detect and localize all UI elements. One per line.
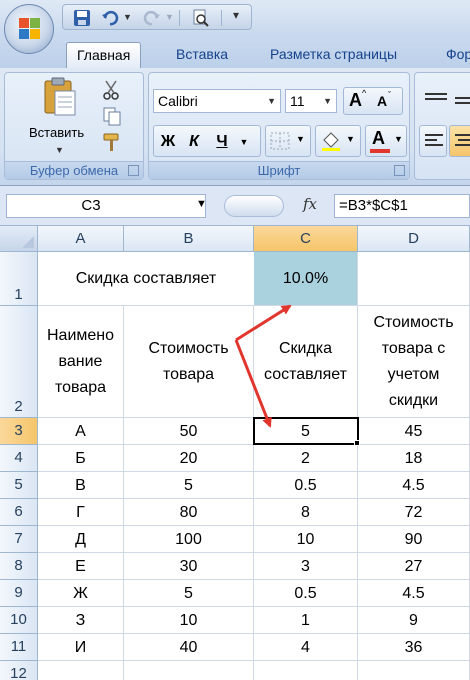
redo-icon[interactable]: [143, 9, 161, 27]
office-logo-icon: [19, 18, 41, 40]
ribbon: Вставить ▼ Буфер обмена Calibri ▼ 11 ▼ A…: [0, 68, 470, 186]
underline-button[interactable]: Ч: [211, 129, 233, 155]
cut-icon[interactable]: [101, 79, 123, 101]
undo-dropdown-icon[interactable]: ▼: [123, 12, 132, 22]
chevron-down-icon: ▼: [394, 134, 403, 144]
paste-icon[interactable]: [43, 77, 77, 117]
print-preview-icon[interactable]: [191, 9, 209, 27]
align-middle-icon[interactable]: [453, 91, 470, 109]
fill-bucket-icon: [322, 132, 340, 151]
shrink-font-button[interactable]: A: [377, 93, 387, 109]
name-box-dropdown-icon[interactable]: ▼: [196, 198, 207, 210]
font-dialog-launcher[interactable]: [394, 165, 405, 176]
italic-button[interactable]: К: [183, 129, 205, 155]
redo-dropdown-icon: ▼: [165, 12, 174, 22]
font-group-label: Шрифт: [149, 161, 409, 179]
formula-bar: C3 ▼ fx =B3*$C$1: [0, 186, 470, 226]
quick-access-toolbar: ▼ ▼ ▾: [62, 4, 252, 30]
font-resize-buttons: A ^ A ˇ: [343, 87, 403, 115]
clipboard-dialog-launcher[interactable]: [128, 165, 139, 176]
tab-insert[interactable]: Вставка: [166, 42, 238, 68]
arrow-to-c1: [235, 304, 292, 342]
separator: [221, 10, 222, 26]
grow-font-icon: ^: [362, 88, 367, 98]
alignment-group: [414, 72, 470, 180]
formula-bar-resize-handle[interactable]: [224, 195, 284, 217]
tab-home[interactable]: Главная: [66, 42, 142, 68]
align-left-icon: [425, 134, 443, 146]
arrow-to-c3: [234, 339, 272, 428]
bold-button[interactable]: Ж: [157, 129, 179, 155]
font-color-icon: A: [372, 128, 385, 148]
font-size-select[interactable]: 11 ▼: [285, 89, 337, 113]
font-color-swatch: [370, 149, 390, 153]
clipboard-group-label: Буфер обмена: [5, 161, 143, 179]
grow-font-button[interactable]: A: [349, 90, 362, 111]
underline-dropdown-icon[interactable]: ▼: [237, 129, 251, 155]
office-button[interactable]: [4, 4, 54, 54]
name-box[interactable]: C3: [6, 194, 206, 218]
copy-icon[interactable]: [101, 105, 123, 127]
chevron-down-icon: ▼: [323, 96, 332, 106]
chevron-down-icon: ▼: [346, 134, 355, 144]
ribbon-tabs: Главная Вставка Разметка страницы Фор: [0, 38, 470, 68]
chevron-down-icon: ▼: [296, 134, 305, 144]
font-group: Calibri ▼ 11 ▼ A ^ A ˇ Ж К Ч ▼ ▼ ▼ A ▼ Ш…: [148, 72, 410, 180]
font-size-value: 11: [290, 93, 305, 109]
annotation-arrows: [234, 304, 292, 428]
borders-button[interactable]: ▼: [265, 125, 311, 157]
borders-icon: [270, 132, 290, 150]
tab-page-layout[interactable]: Разметка страницы: [260, 42, 407, 68]
font-name-value: Calibri: [158, 93, 198, 109]
customize-qat-icon[interactable]: ▾: [233, 8, 239, 22]
font-color-button[interactable]: A ▼: [365, 125, 407, 157]
separator: [179, 10, 180, 26]
align-top-icon[interactable]: [423, 91, 449, 109]
title-bar: ▼ ▼ ▾: [0, 0, 470, 38]
insert-function-icon[interactable]: fx: [303, 195, 317, 213]
align-left-button[interactable]: [419, 125, 447, 157]
align-center-icon: [455, 134, 470, 146]
paste-button[interactable]: Вставить: [29, 125, 84, 140]
save-icon[interactable]: [73, 9, 91, 27]
format-painter-icon[interactable]: [101, 131, 123, 153]
align-center-button[interactable]: [449, 125, 470, 157]
font-name-select[interactable]: Calibri ▼: [153, 89, 281, 113]
worksheet-grid: A B C D 1 2 3 4 5 6 7 8 9 10 11 12 Скидка составл…: [0, 226, 470, 680]
shrink-font-icon: ˇ: [388, 90, 391, 100]
undo-icon[interactable]: [101, 9, 119, 27]
clipboard-group: Вставить ▼ Буфер обмена: [4, 72, 144, 180]
tab-formulas[interactable]: Фор: [436, 42, 470, 68]
paste-dropdown-icon[interactable]: ▼: [55, 145, 64, 155]
formula-input[interactable]: =B3*$C$1: [334, 194, 470, 218]
fill-color-button[interactable]: ▼: [315, 125, 361, 157]
chevron-down-icon: ▼: [267, 96, 276, 106]
